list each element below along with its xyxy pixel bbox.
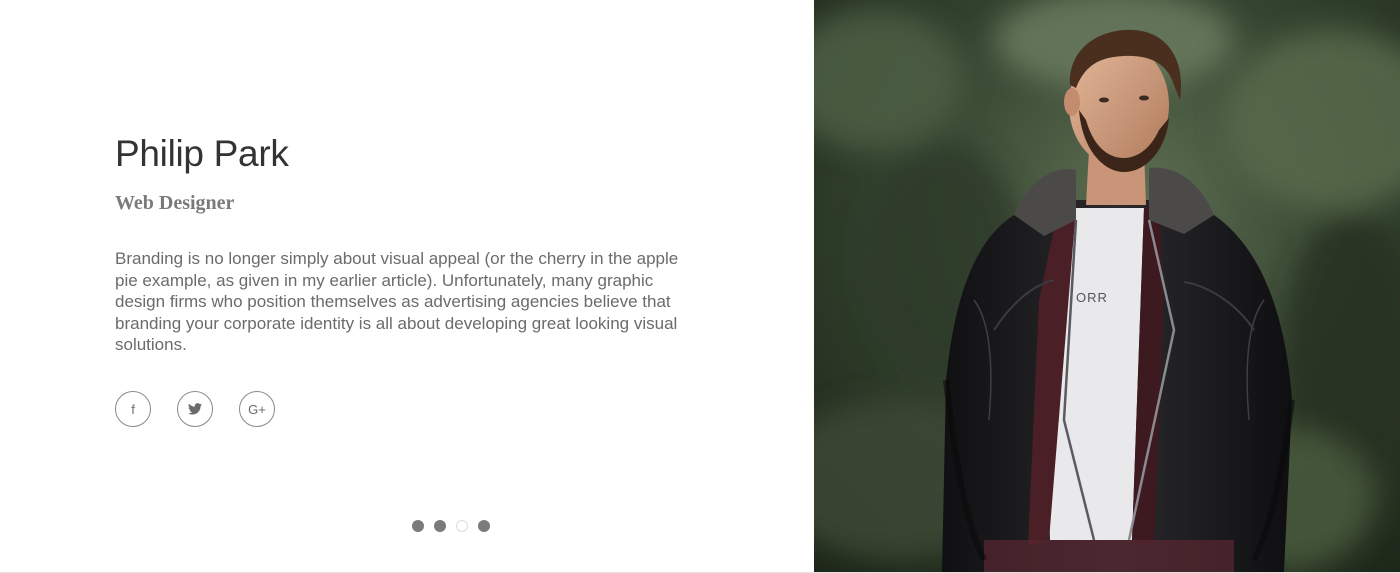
twitter-icon [188, 403, 202, 415]
pagination-dot-4[interactable] [478, 520, 490, 532]
profile-bio: Branding is no longer simply about visua… [115, 249, 679, 355]
profile-role: Web Designer [115, 192, 235, 214]
shirt-print-text: ORR [1076, 290, 1108, 305]
profile-slide: Philip Park Web Designer Branding is no … [0, 0, 1400, 573]
social-links: f G+ [115, 391, 275, 427]
slide-pagination [412, 520, 490, 532]
pagination-dot-3[interactable] [456, 520, 468, 532]
portrait-illustration: ORR [814, 0, 1400, 572]
google-plus-button[interactable]: G+ [239, 391, 275, 427]
profile-photo: ORR [814, 0, 1400, 572]
google-plus-icon: G+ [248, 401, 266, 417]
facebook-icon: f [131, 401, 135, 417]
twitter-button[interactable] [177, 391, 213, 427]
profile-text-panel: Philip Park Web Designer Branding is no … [0, 0, 814, 572]
facebook-button[interactable]: f [115, 391, 151, 427]
pagination-dot-1[interactable] [412, 520, 424, 532]
pagination-dot-2[interactable] [434, 520, 446, 532]
profile-name: Philip Park [115, 133, 289, 174]
